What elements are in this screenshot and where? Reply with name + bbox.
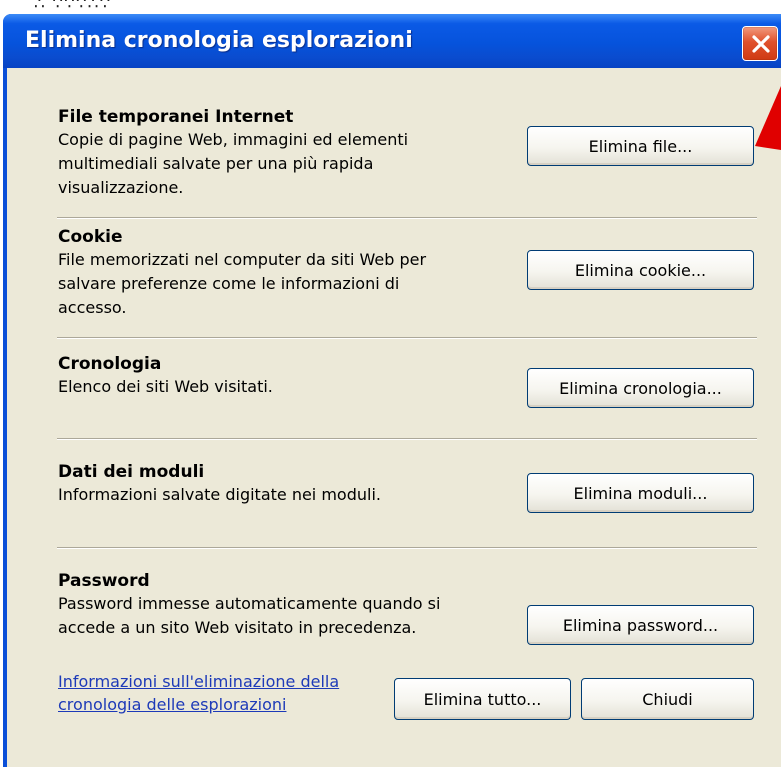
section-description: Copie di pagine Web, immagini ed element… bbox=[58, 128, 408, 200]
section-description: Informazioni salvate digitate nei moduli… bbox=[58, 483, 381, 507]
separator bbox=[57, 438, 757, 440]
section-description: File memorizzati nel computer da siti We… bbox=[58, 248, 426, 320]
description-line: Copie di pagine Web, immagini ed element… bbox=[58, 130, 409, 149]
dialog-content: File temporanei Internet Copie di pagine… bbox=[7, 68, 781, 767]
description-line: Informazioni salvate digitate nei moduli… bbox=[58, 485, 381, 504]
section-description: Elenco dei siti Web visitati. bbox=[58, 375, 273, 399]
help-link-line[interactable]: cronologia delle esplorazioni bbox=[58, 693, 339, 716]
section-heading: File temporanei Internet bbox=[58, 107, 294, 127]
section-heading: Cookie bbox=[58, 227, 123, 247]
background-window-text: ∴ ∵∵∵∴∵ bbox=[34, 0, 112, 14]
description-line: Password immesse automaticamente quando … bbox=[58, 594, 441, 613]
close-button[interactable] bbox=[742, 26, 778, 61]
close-icon bbox=[752, 35, 770, 53]
section-heading: Password bbox=[58, 571, 150, 591]
section-form-data: Dati dei moduli Informazioni salvate dig… bbox=[58, 461, 381, 507]
section-history: Cronologia Elenco dei siti Web visitati. bbox=[58, 353, 273, 399]
section-cookies: Cookie File memorizzati nel computer da … bbox=[58, 226, 426, 320]
delete-forms-button[interactable]: Elimina moduli... bbox=[527, 473, 754, 513]
title-bar[interactable]: Elimina cronologia esplorazioni bbox=[3, 14, 781, 68]
description-line: multimediali salvate per una più rapida bbox=[58, 154, 374, 173]
separator bbox=[57, 547, 757, 549]
help-link[interactable]: Informazioni sull'eliminazione della cro… bbox=[58, 670, 339, 716]
description-line: salvare preferenze come le informazioni … bbox=[58, 274, 400, 293]
delete-history-button[interactable]: Elimina cronologia... bbox=[527, 368, 754, 408]
delete-files-button[interactable]: Elimina file... bbox=[527, 126, 754, 166]
separator bbox=[57, 337, 757, 339]
delete-cookies-button[interactable]: Elimina cookie... bbox=[527, 250, 754, 290]
annotation-arrow-icon bbox=[755, 86, 781, 150]
close-dialog-button[interactable]: Chiudi bbox=[581, 678, 754, 720]
dialog-title: Elimina cronologia esplorazioni bbox=[25, 28, 413, 53]
description-line: Elenco dei siti Web visitati. bbox=[58, 377, 273, 396]
description-line: File memorizzati nel computer da siti We… bbox=[58, 250, 427, 269]
description-line: accede a un sito Web visitato in precede… bbox=[58, 618, 417, 637]
section-heading: Dati dei moduli bbox=[58, 462, 205, 482]
section-description: Password immesse automaticamente quando … bbox=[58, 592, 440, 640]
section-passwords: Password Password immesse automaticament… bbox=[58, 570, 440, 640]
description-line: visualizzazione. bbox=[58, 178, 184, 197]
section-temporary-files: File temporanei Internet Copie di pagine… bbox=[58, 106, 408, 200]
help-link-line[interactable]: Informazioni sull'eliminazione della bbox=[58, 670, 339, 693]
delete-all-button[interactable]: Elimina tutto... bbox=[394, 678, 571, 720]
delete-history-dialog: Elimina cronologia esplorazioni File tem… bbox=[3, 14, 781, 767]
separator bbox=[57, 217, 757, 219]
delete-passwords-button[interactable]: Elimina password... bbox=[527, 605, 754, 645]
description-line: accesso. bbox=[58, 298, 127, 317]
section-heading: Cronologia bbox=[58, 354, 162, 374]
